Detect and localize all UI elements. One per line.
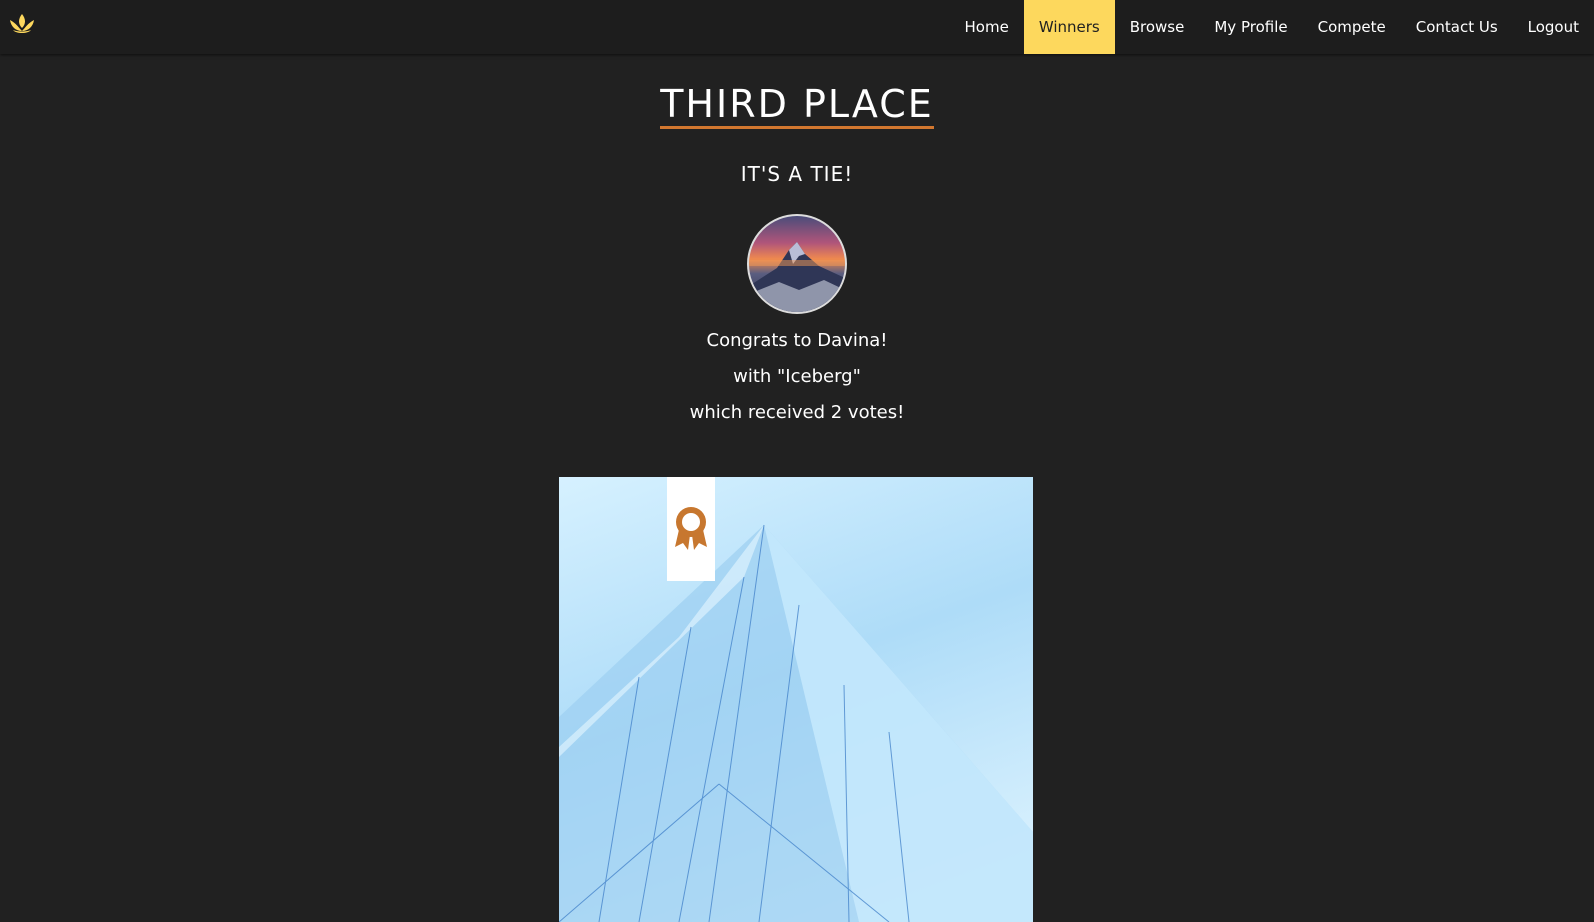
votes-text: which received 2 votes!: [689, 402, 905, 423]
page-title-text: THIRD PLACE: [660, 82, 934, 129]
award-ribbon-icon: [675, 507, 707, 550]
nav-item-home[interactable]: Home: [950, 0, 1024, 54]
nav-item-logout[interactable]: Logout: [1513, 0, 1594, 54]
congrats-text: Congrats to Davina!: [706, 330, 888, 351]
winner-avatar[interactable]: [747, 214, 847, 314]
winning-photo[interactable]: [559, 477, 1033, 922]
third-place-badge: [667, 477, 715, 581]
iceberg-building-image: [559, 524, 1033, 922]
nav-item-compete[interactable]: Compete: [1303, 0, 1401, 54]
page-title: THIRD PLACE: [0, 82, 1594, 129]
nav-links: Home Winners Browse My Profile Compete C…: [950, 0, 1594, 54]
nav-item-winners[interactable]: Winners: [1023, 0, 1115, 54]
entry-title-text: with "Iceberg": [733, 366, 861, 387]
tie-subtitle: IT'S A TIE!: [740, 162, 854, 186]
nav-item-browse[interactable]: Browse: [1115, 0, 1200, 54]
nav-item-my-profile[interactable]: My Profile: [1199, 0, 1302, 54]
nav-item-contact-us[interactable]: Contact Us: [1401, 0, 1513, 54]
mountain-avatar-image: [749, 242, 845, 312]
top-navbar: Home Winners Browse My Profile Compete C…: [0, 0, 1594, 54]
lotus-icon[interactable]: [7, 10, 37, 36]
